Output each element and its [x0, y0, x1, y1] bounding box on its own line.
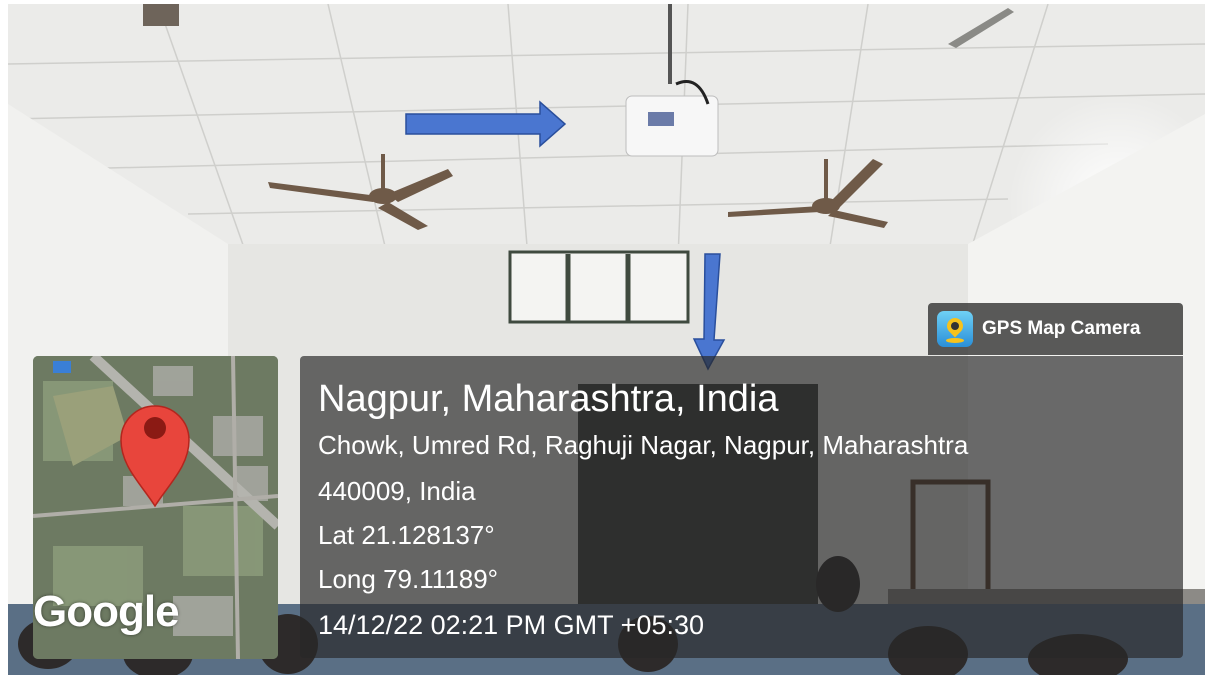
gps-map-camera-app-icon: [937, 311, 973, 347]
location-info-panel: Nagpur, Maharashtra, India Chowk, Umred …: [300, 356, 1183, 658]
location-title: Nagpur, Maharashtra, India: [318, 378, 779, 420]
latitude: Lat 21.128137°: [318, 520, 495, 550]
gps-map-camera-badge: GPS Map Camera: [928, 303, 1183, 355]
timestamp: 14/12/22 02:21 PM GMT +05:30: [318, 610, 705, 640]
address-line-2: 440009, India: [318, 476, 476, 506]
gps-map-camera-label: GPS Map Camera: [982, 318, 1141, 339]
map-thumbnail: Google: [33, 356, 278, 659]
google-logo: Google: [33, 587, 180, 636]
address-line-1: Chowk, Umred Rd, Raghuji Nagar, Nagpur, …: [318, 430, 969, 460]
longitude: Long 79.11189°: [318, 564, 499, 594]
